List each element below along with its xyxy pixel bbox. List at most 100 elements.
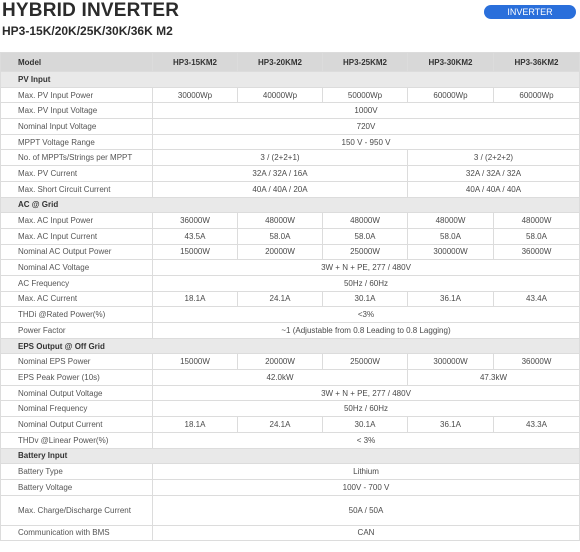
table-row: Nominal Frequency 50Hz / 60Hz — [0, 400, 580, 418]
table-row: Max. AC Input Power 36000W 48000W 48000W 480… — [0, 212, 580, 229]
spec-value: 30.1A — [322, 416, 408, 433]
spec-value: ~1 (Adjustable from 0.8 Leading to 0.8 L… — [152, 322, 580, 339]
spec-value: 15000W — [152, 243, 238, 261]
spec-value: 100V - 700 V — [152, 478, 580, 496]
spec-value: 36.1A — [407, 416, 494, 433]
spec-value: 48000W — [237, 212, 323, 229]
table-row: Communication with BMS CAN — [0, 524, 580, 542]
spec-value: 48000W — [407, 212, 494, 229]
spec-value: 36000W — [152, 212, 238, 229]
spec-label: Nominal Output Voltage — [0, 384, 153, 402]
table-row: Nominal EPS Power 15000W 20000W 25000W 30000… — [0, 353, 580, 371]
spec-label: AC Frequency — [0, 274, 153, 292]
spec-table: Model HP3-15KM2 HP3-20KM2 HP3-25KM2 HP3-… — [0, 52, 580, 542]
spec-label: Max. PV Input Voltage — [0, 102, 153, 120]
spec-value: CAN — [152, 524, 580, 542]
spec-label: Nominal Frequency — [0, 400, 153, 418]
table-row: Nominal AC Output Power 15000W 20000W 25000… — [0, 243, 580, 261]
model-column-header: HP3-20KM2 — [237, 52, 323, 72]
spec-value: 47.3kW — [407, 369, 580, 386]
spec-value: < 3% — [152, 431, 580, 449]
spec-label: THDv @Linear Power(%) — [0, 431, 153, 449]
spec-value: 20000W — [237, 243, 323, 261]
spec-value: 3 / (2+2+2) — [407, 149, 580, 167]
table-row: EPS Peak Power (10s) 42.0kW 47.3kW — [0, 369, 580, 386]
spec-value: 36.1A — [407, 290, 494, 308]
model-header: Model — [0, 52, 153, 72]
spec-value: 36000W — [493, 353, 580, 371]
table-row: AC Frequency 50Hz / 60Hz — [0, 274, 580, 292]
table-header-row: Model HP3-15KM2 HP3-20KM2 HP3-25KM2 HP3-… — [0, 52, 580, 72]
table-row: MPPT Voltage Range 150 V - 950 V — [0, 133, 580, 151]
spec-label: Battery Type — [0, 463, 153, 480]
spec-value: 3W + N + PE, 277 / 480V — [152, 259, 580, 276]
spec-value: 30000Wp — [152, 86, 238, 104]
spec-value: 50Hz / 60Hz — [152, 274, 580, 292]
spec-value: 58.0A — [322, 227, 408, 245]
spec-value: 50A / 50A — [152, 494, 580, 526]
spec-value: 720V — [152, 118, 580, 135]
model-series-subtitle: HP3-15K/20K/25K/30K/36K M2 — [2, 24, 173, 38]
spec-label: Max. Charge/Discharge Current — [0, 494, 153, 526]
category-badge: INVERTER — [484, 5, 576, 19]
spec-value: Lithium — [152, 463, 580, 480]
model-column-header: HP3-15KM2 — [152, 52, 238, 72]
table-row: Power Factor ~1 (Adjustable from 0.8 Lead… — [0, 322, 580, 339]
spec-value: 18.1A — [152, 416, 238, 433]
spec-label: No. of MPPTs/Strings per MPPT — [0, 149, 153, 167]
table-row: Max. PV Input Voltage 1000V — [0, 102, 580, 120]
spec-label: Nominal AC Voltage — [0, 259, 153, 276]
spec-value: 30.1A — [322, 290, 408, 308]
page-header: HYBRID INVERTER HP3-15K/20K/25K/30K/36K … — [0, 0, 580, 44]
spec-label: Max. AC Current — [0, 290, 153, 308]
spec-value: 60000Wp — [407, 86, 494, 104]
spec-value: 48000W — [322, 212, 408, 229]
section-title: Battery Input — [0, 447, 580, 465]
spec-value: 50Hz / 60Hz — [152, 400, 580, 418]
spec-label: Nominal EPS Power — [0, 353, 153, 371]
table-row: Max. AC Current 18.1A 24.1A 30.1A 36.1A 43.4A — [0, 290, 580, 308]
spec-value: 36000W — [493, 243, 580, 261]
spec-value: 50000Wp — [322, 86, 408, 104]
spec-label: Battery Voltage — [0, 478, 153, 496]
section-title: PV Input — [0, 71, 580, 88]
table-row: No. of MPPTs/Strings per MPPT 3 / (2+2+1)… — [0, 149, 580, 167]
spec-value: 3W + N + PE, 277 / 480V — [152, 384, 580, 402]
spec-value: 58.0A — [407, 227, 494, 245]
spec-value: 3 / (2+2+1) — [152, 149, 408, 167]
table-row: Max. PV Input Power 30000Wp 40000Wp 50000Wp… — [0, 86, 580, 104]
spec-value: 20000W — [237, 353, 323, 371]
spec-label: EPS Peak Power (10s) — [0, 369, 153, 386]
spec-value: 25000W — [322, 243, 408, 261]
spec-value: 300000W — [407, 243, 494, 261]
table-row: Max. PV Current 32A / 32A / 16A 32A / 32A … — [0, 165, 580, 182]
spec-label: Nominal Output Current — [0, 416, 153, 433]
spec-value: 1000V — [152, 102, 580, 120]
spec-value: <3% — [152, 306, 580, 323]
spec-value: 18.1A — [152, 290, 238, 308]
spec-value: 43.5A — [152, 227, 238, 245]
spec-table-body: Model HP3-15KM2 HP3-20KM2 HP3-25KM2 HP3-… — [0, 52, 580, 542]
spec-value: 24.1A — [237, 290, 323, 308]
table-row: THDv @Linear Power(%) < 3% — [0, 431, 580, 449]
spec-label: MPPT Voltage Range — [0, 133, 153, 151]
table-row: Max. AC Input Current 43.5A 58.0A 58.0A 58.0… — [0, 227, 580, 245]
page-title: HYBRID INVERTER — [2, 0, 180, 21]
spec-label: Power Factor — [0, 322, 153, 339]
spec-value: 40A / 40A / 20A — [152, 180, 408, 198]
spec-value: 60000Wp — [493, 86, 580, 104]
model-column-header: HP3-25KM2 — [322, 52, 408, 72]
table-row: THDi @Rated Power(%) <3% — [0, 306, 580, 323]
model-column-header: HP3-30KM2 — [407, 52, 494, 72]
spec-value: 32A / 32A / 32A — [407, 165, 580, 182]
spec-value: 40A / 40A / 40A — [407, 180, 580, 198]
spec-value: 25000W — [322, 353, 408, 371]
spec-label: Communication with BMS — [0, 524, 153, 542]
table-row: Max. Charge/Discharge Current 50A / 50A — [0, 494, 580, 526]
spec-label: Max. Short Circuit Current — [0, 180, 153, 198]
spec-label: Max. PV Input Power — [0, 86, 153, 104]
spec-value: 24.1A — [237, 416, 323, 433]
spec-label: THDi @Rated Power(%) — [0, 306, 153, 323]
table-row: Nominal Output Current 18.1A 24.1A 30.1A 36.… — [0, 416, 580, 433]
spec-label: Max. AC Input Current — [0, 227, 153, 245]
